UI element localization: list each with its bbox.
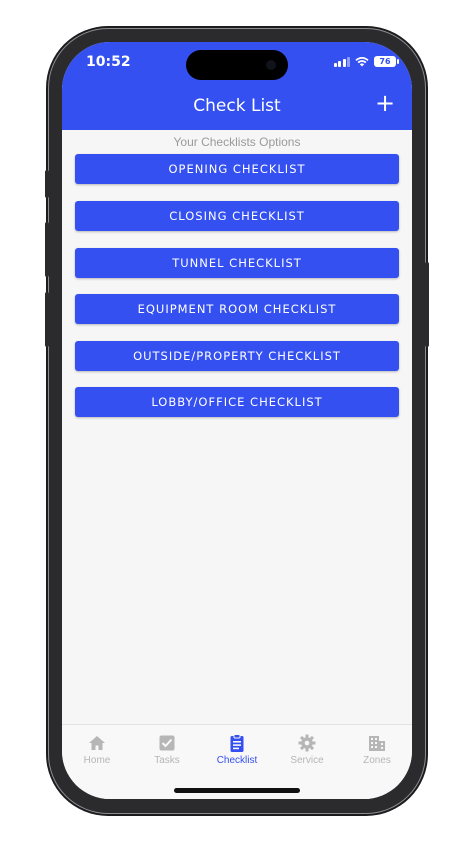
home-icon — [89, 736, 105, 750]
dynamic-island — [186, 50, 288, 80]
signal-icon — [333, 56, 350, 67]
tab-zones[interactable]: Zones — [342, 733, 412, 766]
add-checklist-button[interactable]: + — [372, 90, 398, 116]
tab-home[interactable]: Home — [62, 733, 132, 766]
page-title: Check List — [193, 96, 281, 116]
checkbox-icon — [159, 735, 175, 751]
app-screen: 10:52 76 Check List + Your Checklists Op… — [62, 42, 412, 799]
lobby-office-checklist-button[interactable]: LOBBY/OFFICE CHECKLIST — [75, 387, 399, 417]
bottom-tab-bar: Home Tasks Checklist Service Zones — [62, 724, 412, 799]
tab-home-label: Home — [83, 755, 111, 766]
clipboard-icon — [230, 734, 244, 752]
tab-checklist-label: Checklist — [216, 755, 258, 766]
checklists-subtitle: Your Checklists Options — [173, 135, 301, 149]
outside-property-checklist-button[interactable]: OUTSIDE/PROPERTY CHECKLIST — [75, 341, 399, 371]
app-header: 10:52 76 Check List + — [62, 42, 412, 130]
camera-icon — [266, 60, 276, 70]
volume-down-button — [45, 292, 49, 347]
tab-tasks[interactable]: Tasks — [132, 733, 202, 766]
tunnel-checklist-button[interactable]: TUNNEL CHECKLIST — [75, 248, 399, 278]
status-icons: 76 — [333, 56, 399, 67]
building-icon — [369, 736, 385, 751]
status-time: 10:52 — [86, 54, 131, 70]
tab-checklist[interactable]: Checklist — [202, 733, 272, 766]
tab-zones-label: Zones — [363, 755, 391, 766]
closing-checklist-button[interactable]: CLOSING CHECKLIST — [75, 201, 399, 231]
side-button — [45, 170, 49, 198]
home-indicator — [174, 788, 300, 793]
equipment-room-checklist-button[interactable]: EQUIPMENT ROOM CHECKLIST — [75, 294, 399, 324]
volume-up-button — [45, 222, 49, 277]
tab-service[interactable]: Service — [272, 733, 342, 766]
opening-checklist-button[interactable]: OPENING CHECKLIST — [75, 154, 399, 184]
tab-service-label: Service — [290, 755, 324, 766]
battery-icon: 76 — [374, 56, 399, 67]
gear-icon — [298, 734, 316, 752]
tab-tasks-label: Tasks — [154, 755, 180, 766]
wifi-icon — [355, 57, 369, 67]
power-button — [425, 262, 429, 347]
